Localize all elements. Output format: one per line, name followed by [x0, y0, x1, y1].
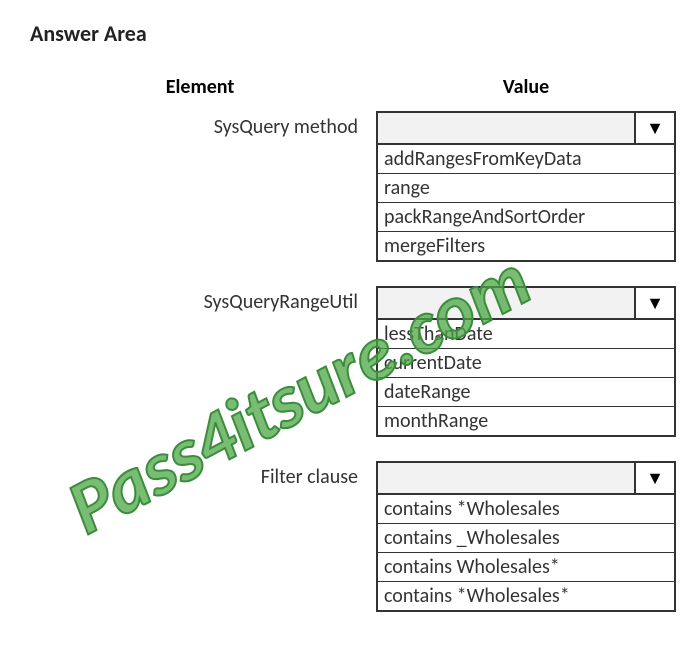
row-label: SysQueryRangeUtil: [30, 286, 370, 461]
option-item[interactable]: lessThanDate: [378, 320, 674, 349]
value-block: ▼ contains *Wholesales contains _Wholesa…: [376, 461, 676, 612]
dropdown-selected-value: [378, 463, 634, 493]
option-list: lessThanDate currentDate dateRange month…: [376, 320, 676, 437]
option-item[interactable]: contains _Wholesales: [378, 524, 674, 553]
dropdown-selected-value: [378, 288, 634, 318]
page-title: Answer Area: [30, 20, 669, 47]
option-list: addRangesFromKeyData range packRangeAndS…: [376, 145, 676, 262]
dropdown-selected-value: [378, 113, 634, 143]
value-block: ▼ addRangesFromKeyData range packRangeAn…: [376, 111, 676, 262]
option-item[interactable]: mergeFilters: [378, 232, 674, 260]
row-label: SysQuery method: [30, 111, 370, 286]
value-block: ▼ lessThanDate currentDate dateRange mon…: [376, 286, 676, 437]
option-item[interactable]: addRangesFromKeyData: [378, 145, 674, 174]
column-header-element: Element: [30, 75, 370, 111]
answer-grid: Element Value SysQuery method ▼ addRange…: [30, 75, 669, 636]
option-list: contains *Wholesales contains _Wholesale…: [376, 495, 676, 612]
option-item[interactable]: packRangeAndSortOrder: [378, 203, 674, 232]
chevron-down-icon: ▼: [634, 288, 674, 318]
option-item[interactable]: currentDate: [378, 349, 674, 378]
dropdown-filter-clause[interactable]: ▼: [376, 461, 676, 495]
option-item[interactable]: contains *Wholesales*: [378, 582, 674, 610]
dropdown-sysquery-method[interactable]: ▼: [376, 111, 676, 145]
option-item[interactable]: dateRange: [378, 378, 674, 407]
chevron-down-icon: ▼: [634, 113, 674, 143]
column-header-value: Value: [376, 75, 676, 111]
option-item[interactable]: monthRange: [378, 407, 674, 435]
option-item[interactable]: contains Wholesales*: [378, 553, 674, 582]
option-item[interactable]: range: [378, 174, 674, 203]
option-item[interactable]: contains *Wholesales: [378, 495, 674, 524]
row-label: Filter clause: [30, 461, 370, 636]
dropdown-sysqueryrangeutil[interactable]: ▼: [376, 286, 676, 320]
chevron-down-icon: ▼: [634, 463, 674, 493]
